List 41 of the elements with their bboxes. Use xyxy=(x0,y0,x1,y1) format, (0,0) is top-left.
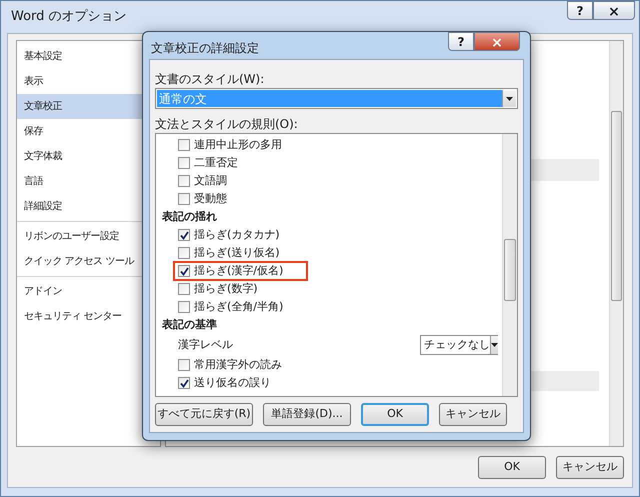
cancel-button[interactable]: キャンセル xyxy=(439,403,507,426)
checkbox[interactable] xyxy=(178,265,190,277)
scroll-thumb[interactable] xyxy=(504,239,516,301)
dictionary-button[interactable]: 単語登録(D)... xyxy=(263,403,351,426)
rule-label: 揺らぎ(数字) xyxy=(194,280,258,297)
rule-label: 受動態 xyxy=(194,190,227,207)
level-dropdown[interactable]: チェックなし xyxy=(420,335,498,355)
scroll-thumb[interactable] xyxy=(611,111,622,301)
rule-label: 常用漢字外の読み xyxy=(194,356,282,373)
window-title: Word のオプション xyxy=(11,8,127,26)
field-label: 文法とスタイルの規則(O): xyxy=(155,116,299,133)
checkbox[interactable] xyxy=(178,229,190,241)
field-label: 文書のスタイル(W): xyxy=(155,71,266,88)
checkbox[interactable] xyxy=(178,359,190,371)
checkbox[interactable] xyxy=(178,193,190,205)
checkbox[interactable] xyxy=(178,377,190,389)
reset-button[interactable]: すべて元に戻す(R) xyxy=(155,403,253,426)
rule-label: 連用中止形の多用 xyxy=(194,136,282,153)
checkbox[interactable] xyxy=(178,247,190,259)
cancel-button[interactable]: キャンセル xyxy=(556,456,624,478)
rule-label: 文語調 xyxy=(194,172,227,189)
help-button[interactable]: ? xyxy=(448,32,474,51)
ok-button[interactable]: OK xyxy=(478,456,546,478)
rule-label: 揺らぎ(送り仮名) xyxy=(194,244,280,261)
rule-label: 揺らぎ(カタカナ) xyxy=(194,226,280,243)
rule-label: 二重否定 xyxy=(194,154,238,171)
rule-label: 送り仮名の誤り xyxy=(194,374,271,391)
ok-button[interactable]: OK xyxy=(361,403,429,426)
checkbox[interactable] xyxy=(178,139,190,151)
checkbox[interactable] xyxy=(178,301,190,313)
checkbox[interactable] xyxy=(178,175,190,187)
dialog-title: 文章校正の詳細設定 xyxy=(151,40,259,57)
help-button[interactable]: ? xyxy=(567,1,593,20)
close-button[interactable]: × xyxy=(593,1,635,20)
checkbox[interactable] xyxy=(178,283,190,295)
rule-label: 揺らぎ(漢字/仮名) xyxy=(194,262,284,279)
rule-label: 揺らぎ(全角/半角) xyxy=(194,298,284,315)
checkbox[interactable] xyxy=(178,157,190,169)
rule-label: 漢字レベル xyxy=(178,336,233,353)
group-heading: 表記の揺れ xyxy=(162,208,217,225)
group-heading: 表記の基準 xyxy=(162,316,217,333)
